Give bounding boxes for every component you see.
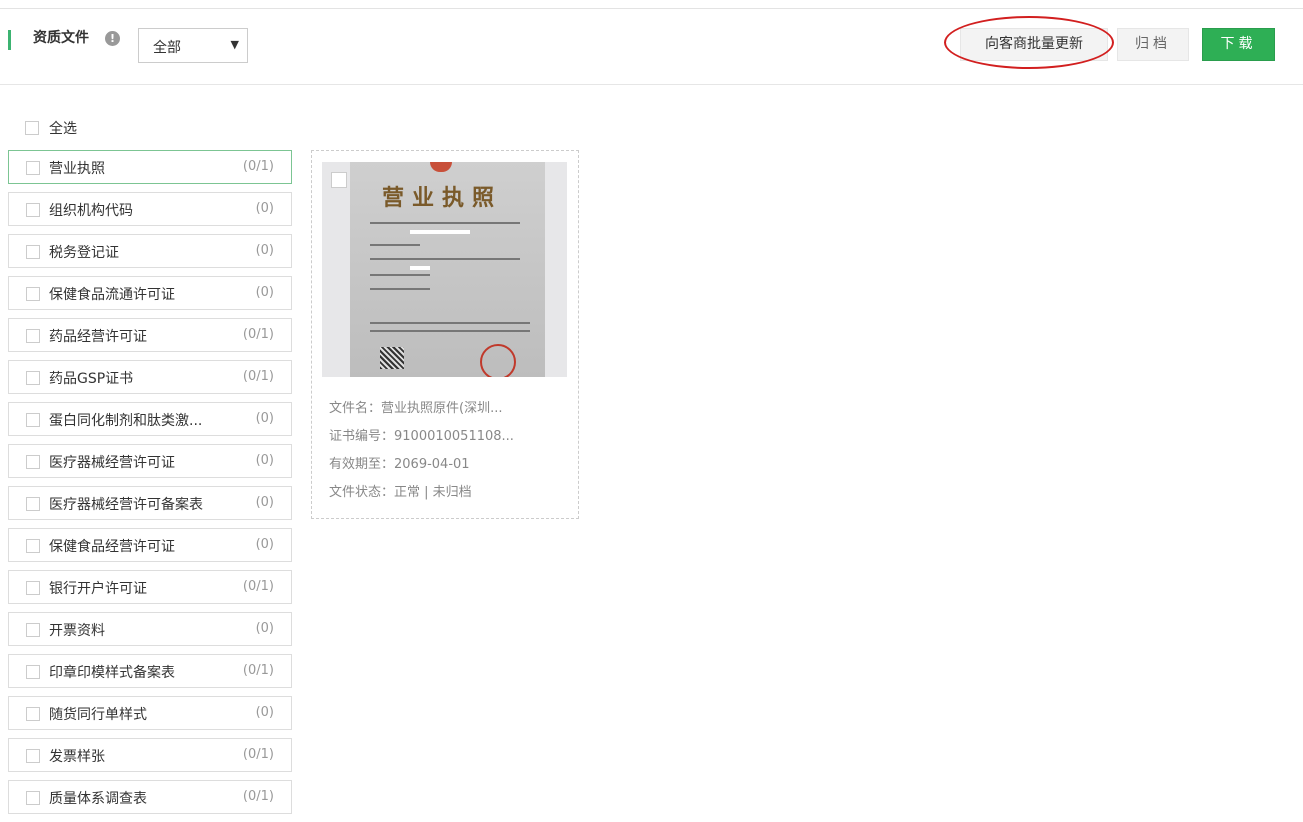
category-label: 营业执照 <box>49 161 105 177</box>
category-count: (0) <box>255 621 274 636</box>
cert-number: 证书编号：9100010051108... <box>329 429 514 444</box>
category-checkbox[interactable] <box>26 203 40 217</box>
file-card-checkbox[interactable] <box>331 172 347 188</box>
category-item[interactable]: 保健食品经营许可证 (0) <box>8 528 292 562</box>
qr-code-icon <box>380 347 404 369</box>
category-item[interactable]: 医疗器械经营许可备案表 (0) <box>8 486 292 520</box>
category-label: 税务登记证 <box>49 245 119 261</box>
category-label: 保健食品经营许可证 <box>49 539 175 555</box>
category-list: 营业执照 (0/1) 组织机构代码 (0) 税务登记证 (0) 保健食品流通许可证 (0… <box>8 150 292 822</box>
category-count: (0/1) <box>242 327 274 342</box>
category-label: 银行开户许可证 <box>49 581 147 597</box>
category-item[interactable]: 发票样张 (0/1) <box>8 738 292 772</box>
highlight-ellipse <box>944 16 1114 69</box>
category-checkbox[interactable] <box>26 455 40 469</box>
category-count: (0) <box>255 243 274 258</box>
category-item[interactable]: 质量体系调查表 (0/1) <box>8 780 292 814</box>
valid-until: 有效期至：2069-04-01 <box>329 457 470 472</box>
category-checkbox[interactable] <box>26 161 40 175</box>
chevron-down-icon: ▼ <box>230 38 239 51</box>
category-checkbox[interactable] <box>26 791 40 805</box>
category-item[interactable]: 药品GSP证书 (0/1) <box>8 360 292 394</box>
category-checkbox[interactable] <box>26 623 40 637</box>
category-count: (0) <box>255 705 274 720</box>
category-count: (0/1) <box>242 747 274 762</box>
seal-icon <box>480 344 516 377</box>
category-count: (0) <box>255 201 274 216</box>
category-item[interactable]: 医疗器械经营许可证 (0) <box>8 444 292 478</box>
category-item[interactable]: 蛋白同化制剂和肽类激... (0) <box>8 402 292 436</box>
category-label: 药品GSP证书 <box>49 371 134 387</box>
file-name: 文件名：营业执照原件(深圳... <box>329 401 503 416</box>
category-checkbox[interactable] <box>26 497 40 511</box>
thumbnail-heading: 营业执照 <box>382 186 503 211</box>
category-count: (0/1) <box>242 579 274 594</box>
category-label: 保健食品流通许可证 <box>49 287 175 303</box>
download-button[interactable]: 下载 <box>1202 28 1275 61</box>
category-item[interactable]: 药品经营许可证 (0/1) <box>8 318 292 352</box>
category-label: 医疗器械经营许可证 <box>49 455 175 471</box>
category-label: 药品经营许可证 <box>49 329 147 345</box>
category-count: (0) <box>255 537 274 552</box>
category-label: 发票样张 <box>49 749 105 765</box>
category-item[interactable]: 银行开户许可证 (0/1) <box>8 570 292 604</box>
category-checkbox[interactable] <box>26 581 40 595</box>
file-status: 文件状态：正常 | 未归档 <box>329 485 472 500</box>
category-checkbox[interactable] <box>26 329 40 343</box>
document-thumbnail[interactable]: 营业执照 <box>322 162 567 377</box>
category-item[interactable]: 保健食品流通许可证 (0) <box>8 276 292 310</box>
category-checkbox[interactable] <box>26 665 40 679</box>
category-checkbox[interactable] <box>26 539 40 553</box>
license-photo: 营业执照 <box>350 162 545 377</box>
category-label: 质量体系调查表 <box>49 791 147 807</box>
category-label: 组织机构代码 <box>49 203 133 219</box>
category-count: (0/1) <box>242 663 274 678</box>
category-label: 开票资料 <box>49 623 105 639</box>
category-item[interactable]: 随货同行单样式 (0) <box>8 696 292 730</box>
category-count: (0/1) <box>242 789 274 804</box>
emblem-icon <box>430 162 452 172</box>
select-all-label: 全选 <box>49 121 77 137</box>
category-item[interactable]: 组织机构代码 (0) <box>8 192 292 226</box>
select-all-checkbox[interactable] <box>25 121 39 135</box>
category-label: 医疗器械经营许可备案表 <box>49 497 203 513</box>
category-count: (0) <box>255 495 274 510</box>
category-checkbox[interactable] <box>26 413 40 427</box>
category-count: (0/1) <box>242 369 274 384</box>
category-item[interactable]: 税务登记证 (0) <box>8 234 292 268</box>
info-icon[interactable]: ! <box>105 31 120 46</box>
category-item[interactable]: 开票资料 (0) <box>8 612 292 646</box>
filter-select[interactable]: 全部 ▼ <box>138 28 248 63</box>
section-title: 资质文件 <box>33 30 89 46</box>
category-label: 蛋白同化制剂和肽类激... <box>49 413 203 429</box>
category-checkbox[interactable] <box>26 287 40 301</box>
category-count: (0) <box>255 453 274 468</box>
category-count: (0) <box>255 285 274 300</box>
select-all[interactable]: 全选 <box>25 119 77 139</box>
category-item[interactable]: 营业执照 (0/1) <box>8 150 292 184</box>
category-item[interactable]: 印章印模样式备案表 (0/1) <box>8 654 292 688</box>
category-label: 随货同行单样式 <box>49 707 147 723</box>
category-label: 印章印模样式备案表 <box>49 665 175 681</box>
category-checkbox[interactable] <box>26 245 40 259</box>
category-checkbox[interactable] <box>26 707 40 721</box>
file-info: 文件名：营业执照原件(深圳... 证书编号：9100010051108... 有… <box>329 395 514 507</box>
category-count: (0) <box>255 411 274 426</box>
category-checkbox[interactable] <box>26 371 40 385</box>
file-card[interactable]: 营业执照 文件名：营业执照原件(深圳... 证书编号：9100010051108… <box>311 150 579 519</box>
category-count: (0/1) <box>242 159 274 174</box>
archive-button[interactable]: 归档 <box>1117 28 1189 61</box>
filter-select-value: 全部 <box>153 40 181 56</box>
category-checkbox[interactable] <box>26 749 40 763</box>
section-accent-bar <box>8 30 11 50</box>
